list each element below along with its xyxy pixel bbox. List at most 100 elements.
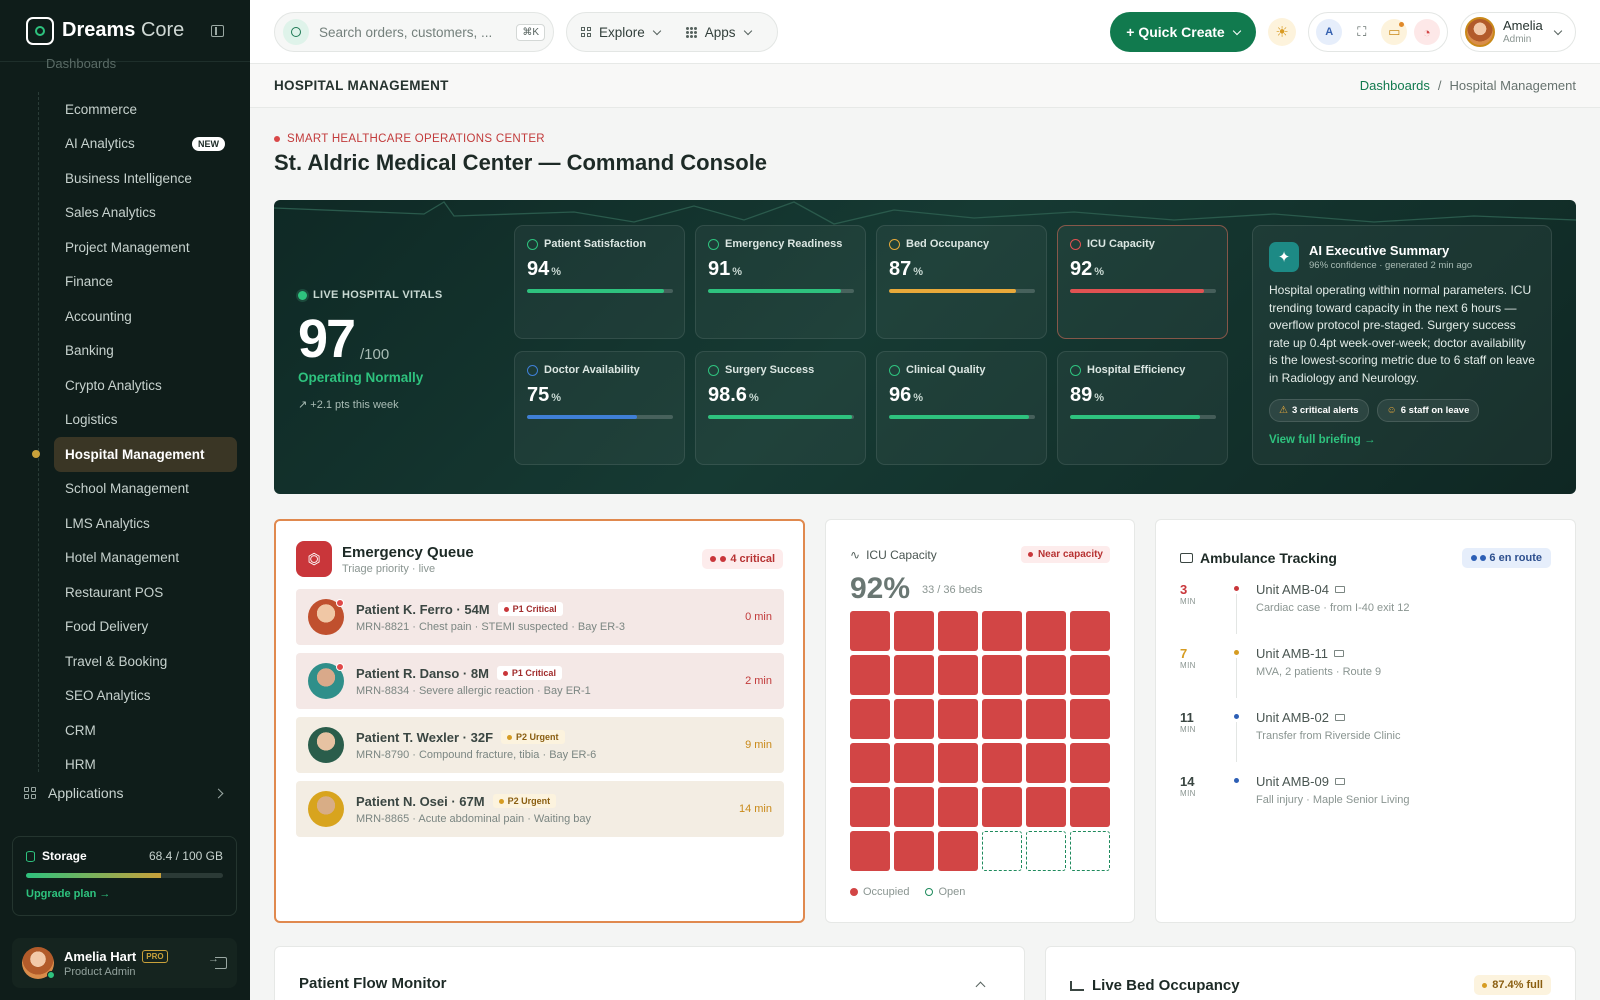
sidebar-item-label: Business Intelligence [65,170,192,186]
icu-bed-occupied[interactable] [894,655,934,695]
sidebar-item-ai-analytics[interactable]: AI Analytics NEW [54,127,237,162]
ambulance-unit-name: Unit AMB-11 [1256,646,1329,661]
icu-bed-occupied[interactable] [938,655,978,695]
explore-menu[interactable]: Explore [581,25,662,40]
icu-bed-open[interactable] [982,831,1022,871]
sidebar-item-seo-analytics[interactable]: SEO Analytics [54,679,237,714]
sidebar-item-food-delivery[interactable]: Food Delivery [54,610,237,645]
patient-row[interactable]: Patient T. Wexler · 32F P2 Urgent MRN-8790… [296,717,784,773]
icu-bed-occupied[interactable] [850,787,890,827]
icu-bed-occupied[interactable] [850,743,890,783]
icu-bed-occupied[interactable] [894,831,934,871]
patient-name: Patient N. Osei · 67M P2 Urgent [356,794,591,809]
search-input[interactable]: Search orders, customers, ... ⌘K [274,12,554,52]
view-briefing-link[interactable]: View full briefing → [1269,434,1535,446]
user-card[interactable]: Amelia Hart PRO Product Admin [12,938,237,988]
sidebar-item-applications[interactable]: Applications [24,785,224,801]
icu-bed-occupied[interactable] [850,611,890,651]
icu-bed-occupied[interactable] [1026,699,1066,739]
ambulance-eta: 14 MIN [1180,774,1206,798]
kpi-label-text: Surgery Success [725,364,815,376]
sidebar-item-restaurant-pos[interactable]: Restaurant POS [54,575,237,610]
icu-bed-occupied[interactable] [938,611,978,651]
sidebar-item-school-management[interactable]: School Management [54,472,237,507]
ambulance-item[interactable]: 3 MIN Unit AMB-04 Cardiac case · from I-40 … [1180,582,1550,634]
icu-bed-occupied[interactable] [938,831,978,871]
icu-bed-occupied[interactable] [1070,787,1110,827]
sidebar-item-ecommerce[interactable]: Ecommerce [54,92,237,127]
icu-bed-occupied[interactable] [1070,699,1110,739]
nav-group-label[interactable]: Dashboards [46,56,116,71]
icu-bed-open[interactable] [1026,831,1066,871]
sidebar-item-crm[interactable]: CRM [54,713,237,748]
sidebar-item-logistics[interactable]: Logistics [54,403,237,438]
ambulance-description: Transfer from Riverside Clinic [1256,730,1401,742]
icu-bed-occupied[interactable] [1026,787,1066,827]
ambulance-item[interactable]: 14 MIN Unit AMB-09 Fall injury · Maple Seni… [1180,774,1550,826]
kpi-unit: % [913,266,924,278]
kpi-unit: % [551,266,562,278]
icu-bed-occupied[interactable] [850,699,890,739]
kpi-label-text: Doctor Availability [544,364,640,376]
quick-create-button[interactable]: + Quick Create [1110,12,1256,52]
profile-menu[interactable]: Amelia Admin [1460,12,1576,52]
sidebar-item-accounting[interactable]: Accounting [54,299,237,334]
icu-bed-occupied[interactable] [982,699,1022,739]
icu-bed-occupied[interactable] [894,787,934,827]
icu-bed-occupied[interactable] [1070,655,1110,695]
sidebar-item-sales-analytics[interactable]: Sales Analytics [54,196,237,231]
icu-bed-occupied[interactable] [938,743,978,783]
bell-icon[interactable]: ◔ [1413,19,1440,45]
chevron-up-icon[interactable] [975,981,986,992]
icu-bed-occupied[interactable] [982,787,1022,827]
sidebar-item-hrm[interactable]: HRM [54,748,237,783]
logout-icon[interactable] [208,953,227,969]
patient-wait-time: 14 min [738,803,772,815]
sidebar-item-finance[interactable]: Finance [54,265,237,300]
upgrade-plan-link[interactable]: Upgrade plan → [26,888,223,900]
icu-bed-occupied[interactable] [1026,611,1066,651]
staff-leave-chip[interactable]: ☺ 6 staff on leave [1376,399,1480,422]
collapse-sidebar-icon[interactable] [211,24,224,37]
fullscreen-icon[interactable]: ⛶ [1349,19,1375,45]
icu-bed-occupied[interactable] [894,611,934,651]
icu-bed-occupied[interactable] [1070,611,1110,651]
patient-row[interactable]: Patient R. Danso · 8M P1 Critical MRN-8834… [296,653,784,709]
translate-icon[interactable]: A [1316,19,1343,45]
siren-icon: ⏣ [296,541,332,577]
icu-bed-occupied[interactable] [938,787,978,827]
sidebar-item-crypto-analytics[interactable]: Crypto Analytics [54,368,237,403]
sidebar-item-project-management[interactable]: Project Management [54,230,237,265]
critical-alerts-chip[interactable]: ⚠ 3 critical alerts [1269,399,1369,422]
patient-row[interactable]: Patient N. Osei · 67M P2 Urgent MRN-8865 ·… [296,781,784,837]
icu-bed-occupied[interactable] [850,831,890,871]
sidebar-item-label: Hotel Management [65,550,180,566]
warning-icon: ⚠ [1279,405,1288,416]
patient-row[interactable]: Patient K. Ferro · 54M P1 Critical MRN-882… [296,589,784,645]
sidebar-item-hospital-management[interactable]: Hospital Management [32,437,237,472]
icu-bed-occupied[interactable] [982,611,1022,651]
chat-icon[interactable]: ▭ [1381,19,1408,45]
icu-bed-occupied[interactable] [894,743,934,783]
kpi-value-number: 91 [708,258,731,280]
icu-bed-occupied[interactable] [982,655,1022,695]
ambulance-item[interactable]: 11 MIN Unit AMB-02 Transfer from Riverside … [1180,710,1550,762]
icu-bed-open[interactable] [1070,831,1110,871]
sidebar-item-lms-analytics[interactable]: LMS Analytics [54,506,237,541]
sidebar-item-banking[interactable]: Banking [54,334,237,369]
icu-bed-occupied[interactable] [850,655,890,695]
icu-bed-occupied[interactable] [1070,743,1110,783]
icu-bed-occupied[interactable] [1026,743,1066,783]
breadcrumb-dashboards[interactable]: Dashboards [1360,78,1430,93]
sidebar-item-hotel-management[interactable]: Hotel Management [54,541,237,576]
ambulance-item[interactable]: 7 MIN Unit AMB-11 MVA, 2 patients · Route 9 [1180,646,1550,698]
sidebar-item-travel-booking[interactable]: Travel & Booking [54,644,237,679]
icu-bed-occupied[interactable] [938,699,978,739]
sidebar-item-business-intelligence[interactable]: Business Intelligence [54,161,237,196]
icu-bed-occupied[interactable] [1026,655,1066,695]
kpi-value: 92% [1070,258,1215,281]
theme-toggle-sun-icon[interactable]: ☀ [1268,18,1296,46]
icu-bed-occupied[interactable] [982,743,1022,783]
apps-menu[interactable]: Apps [685,25,752,40]
icu-bed-occupied[interactable] [894,699,934,739]
